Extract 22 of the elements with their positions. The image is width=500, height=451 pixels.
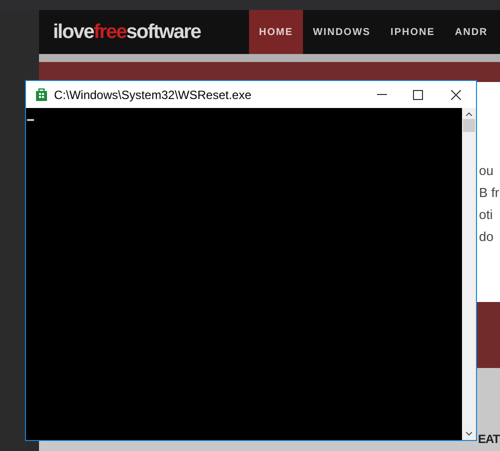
nav-link[interactable]: HOME <box>249 10 303 54</box>
scroll-up-icon <box>466 112 472 116</box>
logo-text: software <box>126 20 201 45</box>
article-text: do <box>479 228 494 246</box>
window-title: C:\Windows\System32\WSReset.exe <box>54 86 252 104</box>
close-icon <box>451 90 461 100</box>
nav-link[interactable]: ANDR <box>444 10 498 54</box>
scrollbar[interactable] <box>462 108 476 440</box>
article-text: oti <box>479 206 494 224</box>
maximize-icon <box>413 90 423 100</box>
nav-link[interactable]: WINDOWS <box>303 10 381 54</box>
article-text: B fr <box>479 184 500 202</box>
logo-text: free <box>94 20 126 45</box>
app-icon <box>35 88 48 101</box>
scroll-down-icon <box>466 432 472 436</box>
section-heading: EAT <box>478 431 500 448</box>
logo-text: ilove <box>53 20 94 45</box>
cursor <box>27 119 34 121</box>
nav-link[interactable]: IPHONE <box>380 10 445 54</box>
article-text: ou <box>479 162 494 180</box>
minimize-icon <box>377 94 387 95</box>
scroll-thumb[interactable] <box>463 119 475 132</box>
